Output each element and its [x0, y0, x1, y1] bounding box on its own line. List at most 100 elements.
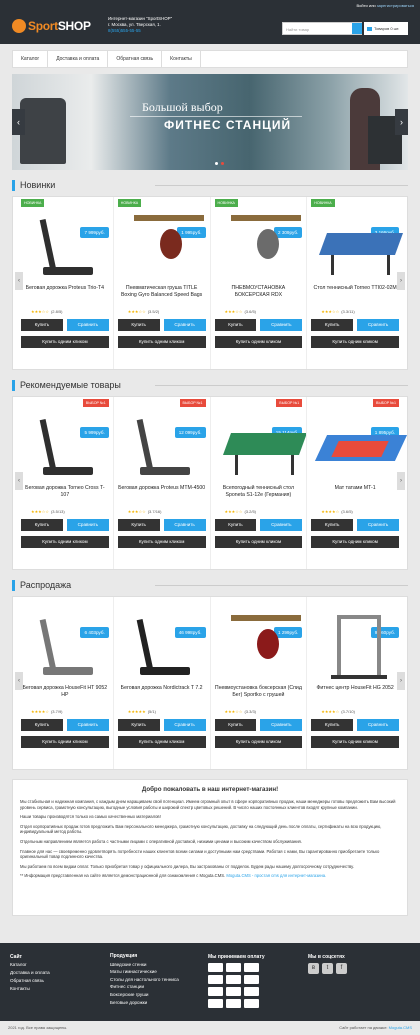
compare-button[interactable]: Сравнить [357, 719, 399, 731]
product-name[interactable]: Беговая дорожка HouseFit HT 9052 HP [21, 685, 109, 707]
footer-link[interactable]: Фитнес станции [110, 983, 179, 991]
compare-button[interactable]: Сравнить [66, 719, 109, 731]
one-click-buy-button[interactable]: Купить одним кликом [117, 736, 206, 748]
footer-link[interactable]: Беговые дорожки [110, 999, 179, 1007]
cart-button[interactable]: Товаров 0 шт. [364, 22, 408, 35]
twitter-icon[interactable]: t [322, 963, 333, 974]
product-image[interactable] [124, 411, 200, 479]
carousel-next-icon[interactable]: › [397, 272, 405, 290]
logo[interactable]: SportSHOP [12, 19, 91, 33]
compare-button[interactable]: Сравнить [66, 519, 109, 531]
product-image[interactable] [221, 611, 301, 679]
one-click-buy-button[interactable]: Купить одним кликом [214, 336, 303, 348]
login-link[interactable]: Войти [357, 3, 368, 8]
footer-link[interactable]: Доставка и оплата [10, 969, 50, 977]
footer-link[interactable]: Обратная связь [10, 977, 50, 985]
buy-button[interactable]: Купить [21, 719, 63, 731]
buy-button[interactable]: Купить [311, 319, 354, 331]
product-name[interactable]: Стол теннисный Torneo TTI02-02M [311, 285, 399, 307]
buy-button[interactable]: Купить [117, 519, 160, 531]
product-name[interactable]: Пневматическая груша TITLE Boxing Gyro B… [118, 285, 206, 307]
product-card[interactable]: 9 360руб. Фитнес центр HouseFit HG 2052 ★★… [306, 597, 403, 769]
product-image[interactable] [317, 611, 393, 679]
slider-prev-icon[interactable]: ‹ [12, 109, 25, 135]
slider-next-icon[interactable]: › [395, 109, 408, 135]
product-card[interactable]: НОВИНКА 1 995руб. Пневматическая груша TIT… [112, 197, 210, 369]
product-image[interactable] [221, 411, 307, 479]
buy-button[interactable]: Купить [117, 719, 160, 731]
compare-button[interactable]: Сравнить [66, 319, 109, 331]
one-click-buy-button[interactable]: Купить одним кликом [214, 536, 303, 548]
product-name[interactable]: Беговая дорожка Proteus Trio-T4 [21, 285, 109, 307]
product-card[interactable]: НОВИНКА 7 999руб. Беговая дорожка Proteus … [17, 197, 113, 369]
product-image[interactable] [317, 211, 404, 279]
product-name[interactable]: Мат татами MT-1 [311, 485, 399, 507]
carousel-prev-icon[interactable]: ‹ [15, 272, 23, 290]
product-name[interactable]: Пневмоустановка боксерская (Спид Бег) Sp… [215, 685, 303, 707]
register-link[interactable]: зарегистрироваться [377, 3, 414, 8]
product-name[interactable]: Беговая дорожка Proteus MTM-4500 [118, 485, 206, 507]
product-name[interactable]: Беговая дорожка Torneo Cross T-107 [21, 485, 109, 507]
footer-link[interactable]: Шведские стенки [110, 961, 179, 969]
product-card[interactable]: НОВИНКА3 166руб.Стол теннисный Torneo TT… [306, 197, 404, 369]
one-click-buy-button[interactable]: Купить одним кликом [311, 536, 399, 548]
compare-button[interactable]: Сравнить [163, 319, 206, 331]
nav-item-catalog[interactable]: Каталог [13, 51, 49, 67]
product-card[interactable]: ВЫБОР №1 12 099руб. Беговая дорожка Proteu… [112, 397, 210, 569]
product-card[interactable]: ВЫБОР №1 1 895руб. Мат татами MT-1 ★★★★☆ (3.… [306, 397, 408, 569]
product-name[interactable]: Фитнес центр HouseFit HG 2052 [311, 685, 399, 707]
compare-button[interactable]: Сравнить [163, 719, 206, 731]
footer-link[interactable]: Столы для настольного тенниса [110, 976, 179, 984]
shop-phone[interactable]: 8(555)555-55-55 [108, 28, 172, 34]
one-click-buy-button[interactable]: Купить одним кликом [214, 736, 303, 748]
product-image[interactable] [221, 211, 301, 279]
nav-item-contacts[interactable]: Контакты [162, 51, 201, 67]
product-name[interactable]: Всепогодный теннисный стол Sponeta S1-12… [215, 485, 303, 507]
footer-link[interactable]: Боксерские груши [110, 991, 179, 999]
one-click-buy-button[interactable]: Купить одним кликом [21, 736, 109, 748]
carousel-next-icon[interactable]: › [397, 672, 405, 690]
one-click-buy-button[interactable]: Купить одним кликом [311, 336, 399, 348]
one-click-buy-button[interactable]: Купить одним кликом [21, 536, 109, 548]
one-click-buy-button[interactable]: Купить одним кликом [21, 336, 109, 348]
product-card[interactable]: ВЫБОР №1 5 999руб. Беговая дорожка Torneo … [17, 397, 113, 569]
product-image[interactable] [27, 411, 103, 479]
footer-link[interactable]: Маты гимнастические [110, 968, 179, 976]
product-card[interactable]: 1 299руб. Пневмоустановка боксерская (Спи… [209, 597, 307, 769]
buy-button[interactable]: Купить [311, 519, 354, 531]
product-name[interactable]: Беговая дорожка Nordictrack T 7.2 [118, 685, 206, 707]
one-click-buy-button[interactable]: Купить одним кликом [117, 536, 206, 548]
product-image[interactable] [27, 211, 103, 279]
buy-button[interactable]: Купить [117, 319, 160, 331]
product-card[interactable]: 6 403руб. Беговая дорожка HouseFit HT 905… [17, 597, 113, 769]
buy-button[interactable]: Купить [214, 519, 257, 531]
buy-button[interactable]: Купить [311, 719, 354, 731]
engine-link[interactable]: Moguta.CMS [389, 1025, 412, 1030]
one-click-buy-button[interactable]: Купить одним кликом [117, 336, 206, 348]
carousel-next-icon[interactable]: › [397, 472, 405, 490]
product-name[interactable]: ПНЕВМОУСТАНОВКА БОКСЕРСКАЯ RDX [215, 285, 303, 307]
product-image[interactable] [124, 211, 204, 279]
vk-icon[interactable]: в [308, 963, 319, 974]
product-image[interactable] [124, 611, 200, 679]
compare-button[interactable]: Сравнить [357, 519, 399, 531]
banner-slider[interactable]: Большой выбор ФИТНЕС СТАНЦИЙ ‹ › [12, 74, 408, 170]
compare-button[interactable]: Сравнить [357, 319, 399, 331]
product-image[interactable] [315, 411, 408, 479]
product-card[interactable]: 46 998руб. Беговая дорожка Nordictrack T … [112, 597, 210, 769]
search-button[interactable] [352, 23, 362, 34]
buy-button[interactable]: Купить [214, 719, 257, 731]
compare-button[interactable]: Сравнить [260, 519, 303, 531]
one-click-buy-button[interactable]: Купить одним кликом [311, 736, 399, 748]
search-input[interactable]: Найти товар [282, 22, 362, 35]
footer-link[interactable]: Каталог [10, 961, 50, 969]
nav-item-feedback[interactable]: Обратная связь [108, 51, 163, 67]
slider-dots[interactable] [215, 162, 224, 165]
facebook-icon[interactable]: f [336, 963, 347, 974]
nav-item-delivery[interactable]: Доставка и оплата [48, 51, 109, 67]
buy-button[interactable]: Купить [21, 319, 63, 331]
buy-button[interactable]: Купить [214, 319, 257, 331]
product-image[interactable] [27, 611, 103, 679]
carousel-prev-icon[interactable]: ‹ [15, 472, 23, 490]
product-card[interactable]: НОВИНКА 2 309руб. ПНЕВМОУСТАНОВКА БОКСЕРСК… [209, 197, 307, 369]
